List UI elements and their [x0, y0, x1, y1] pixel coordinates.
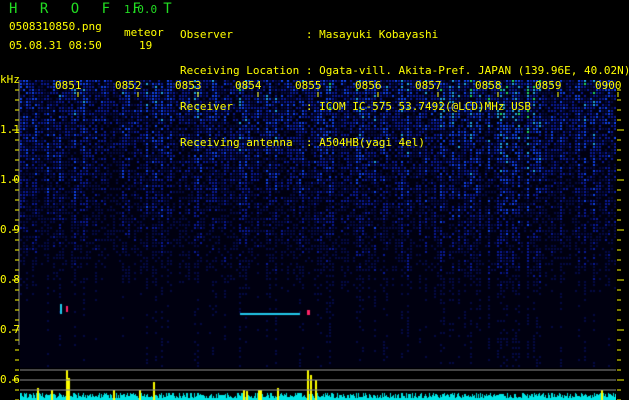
info-value: : Ogata-vill. Akita-Pref. JAPAN (139.96E… [305, 64, 629, 77]
y-tick-label: 1.0 [0, 173, 20, 186]
app-version: 1.0.0 [124, 3, 158, 16]
info-observer: Observer : Masayuki Kobayashi [180, 29, 629, 41]
y-tick-label: 0.8 [0, 273, 20, 286]
station-info: Observer : Masayuki Kobayashi Receiving … [180, 5, 629, 161]
info-label: Observer [180, 28, 306, 41]
info-value: : ICOM IC-575 53.7492(@LCD)MHz USB [305, 100, 532, 113]
datetime: 05.08.31 08:50 [9, 39, 102, 52]
y-axis-unit: kHz [0, 73, 20, 86]
y-tick-label: 0.9 [0, 223, 20, 236]
time-label: 0852 [115, 79, 142, 92]
y-tick-label: 0.6 [0, 373, 20, 386]
info-value: : A504HB(yagi 4el) [305, 136, 426, 149]
time-label: 0851 [55, 79, 82, 92]
info-location: Receiving Location : Ogata-vill. Akita-P… [180, 65, 629, 77]
y-tick-label: 0.7 [0, 323, 20, 336]
info-label: Receiving Location [180, 64, 306, 77]
info-label: Receiver [180, 100, 306, 113]
y-tick-label: 1.1 [0, 123, 20, 136]
meteor-label: meteor [124, 26, 164, 39]
info-receiver: Receiver : ICOM IC-575 53.7492(@LCD)MHz … [180, 101, 629, 113]
info-antenna: Receiving antenna : A504HB(yagi 4el) [180, 137, 629, 149]
info-label: Receiving antenna [180, 136, 306, 149]
info-value: : Masayuki Kobayashi [305, 28, 439, 41]
filename: 0508310850.png [9, 20, 102, 33]
meteor-count: 19 [139, 39, 153, 52]
